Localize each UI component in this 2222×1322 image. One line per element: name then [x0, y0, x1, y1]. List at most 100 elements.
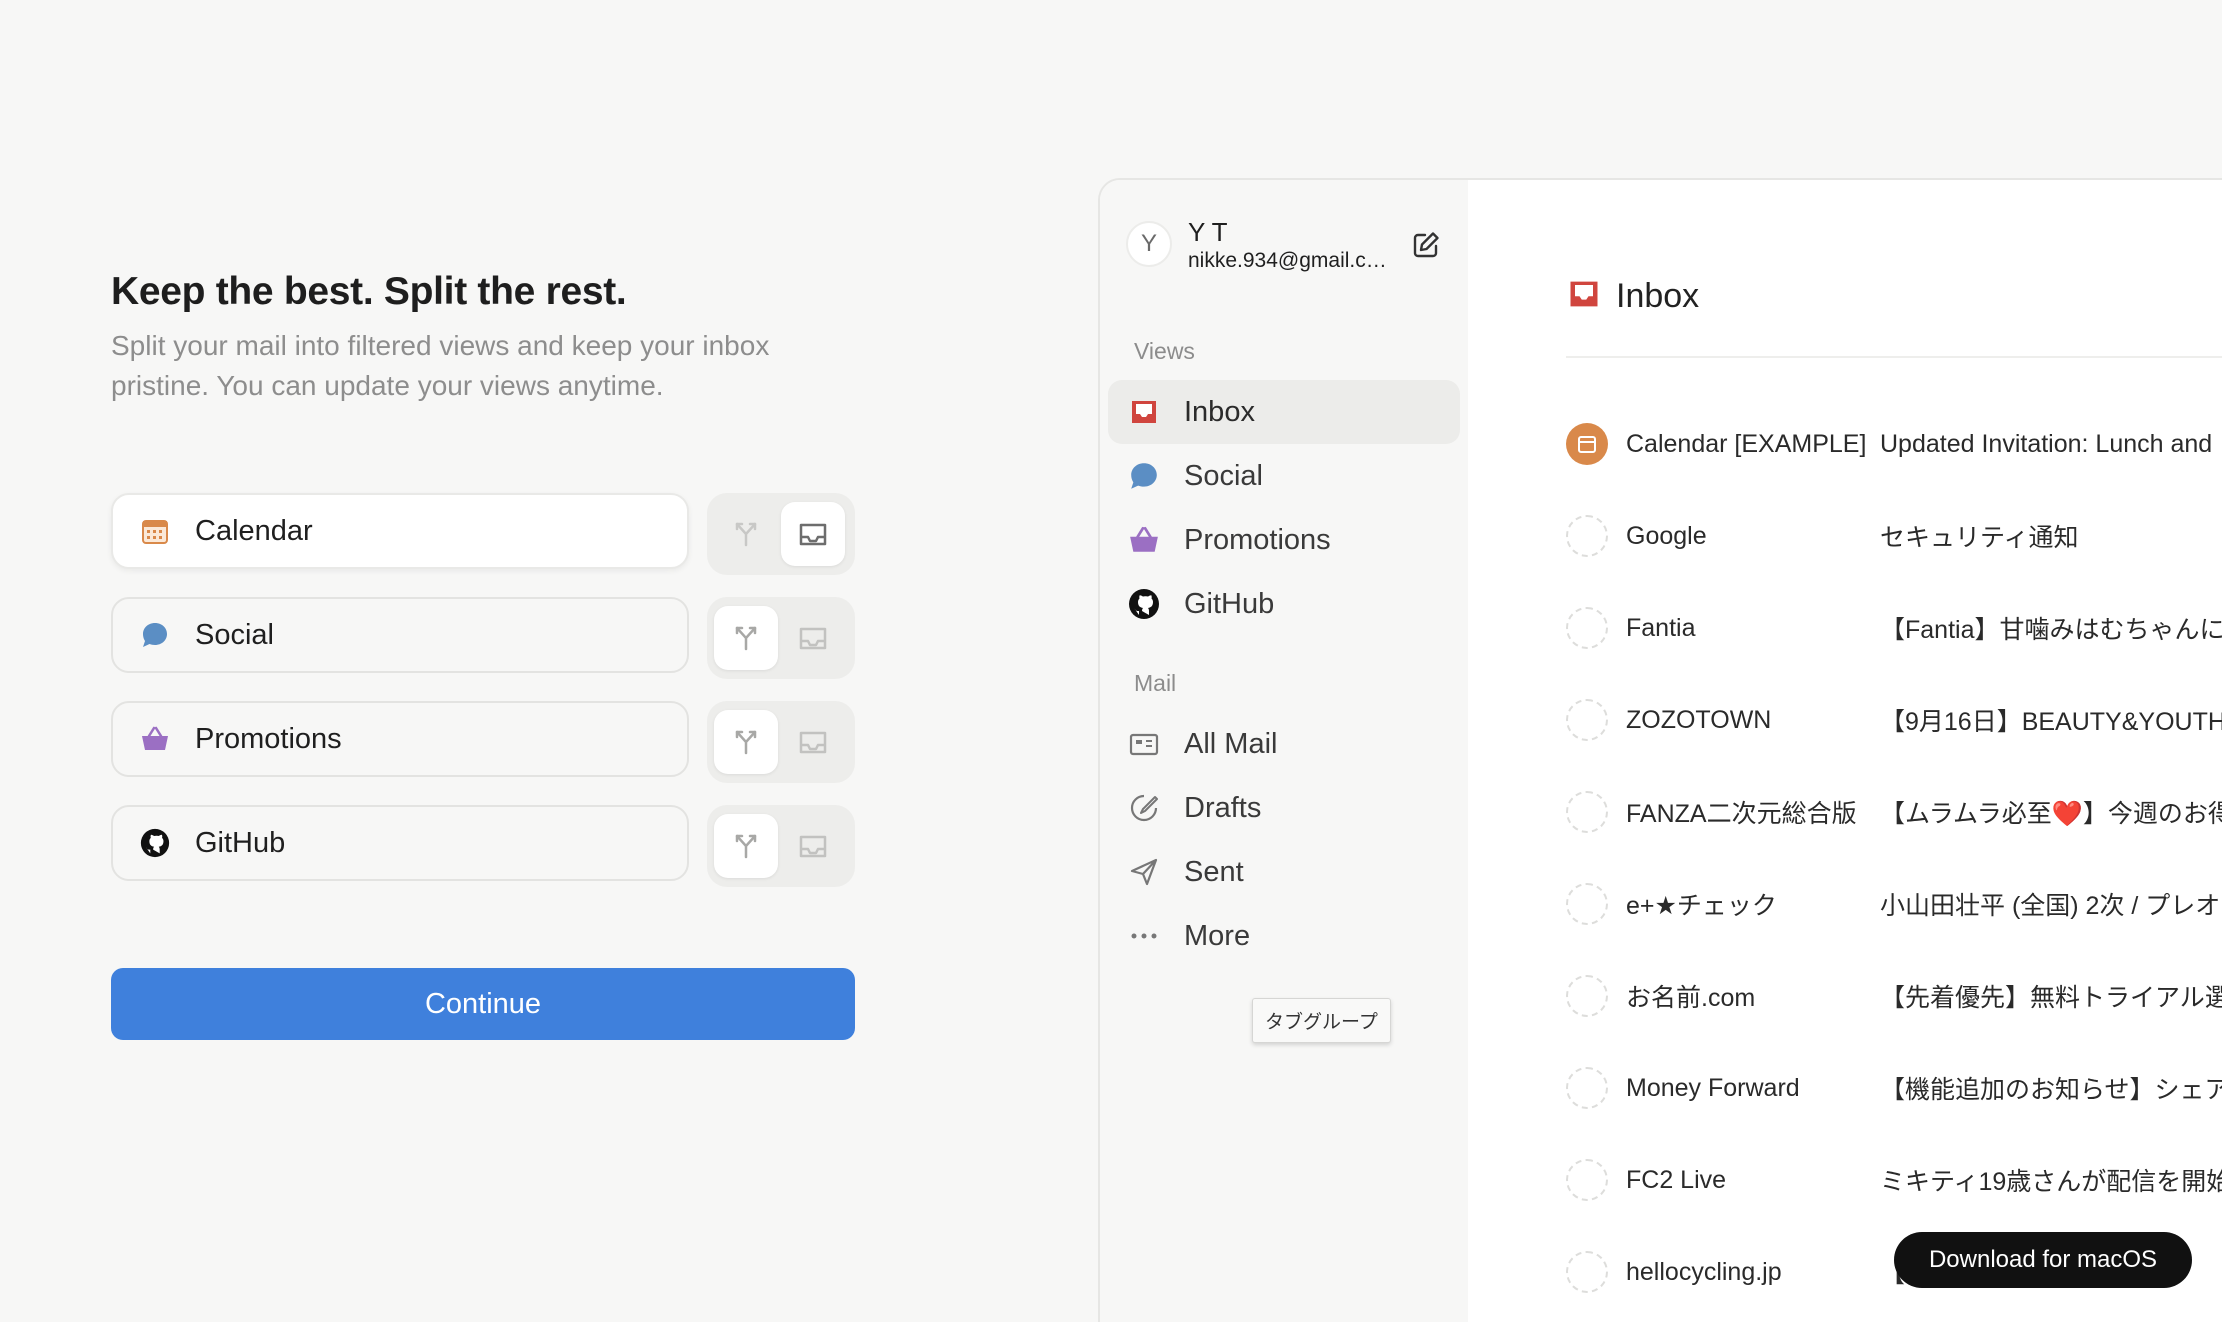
sender-avatar-placeholder [1566, 975, 1608, 1017]
compose-button[interactable] [1406, 225, 1446, 265]
view-pill-calendar[interactable]: Calendar [111, 493, 689, 569]
sidebar-item-label: Promotions [1184, 523, 1331, 556]
message-subject: 【機能追加のお知らせ】シェア [1880, 1076, 2222, 1104]
sidebar: Y Y T nikke.934@gmail.com Views Inbox So… [1100, 180, 1468, 1322]
view-label: Calendar [195, 514, 313, 547]
inbox-mode-button[interactable] [781, 502, 845, 566]
message-row[interactable]: Calendar [EXAMPLE] Updated Invitation: Lu… [1566, 414, 2222, 474]
message-sender: hellocycling.jp [1626, 1257, 1782, 1286]
inbox-header: Inbox [1566, 276, 1699, 317]
basket-icon [1126, 522, 1162, 558]
message-row[interactable]: Money Forward 【機能追加のお知らせ】シェア [1566, 1058, 2222, 1118]
sidebar-item-label: Inbox [1184, 395, 1255, 428]
headline: Keep the best. Split the rest. [111, 270, 627, 313]
view-pill-social[interactable]: Social [111, 597, 689, 673]
message-sender: Calendar [EXAMPLE] [1626, 429, 1867, 458]
sender-avatar-placeholder [1566, 607, 1608, 649]
message-sender: Money Forward [1626, 1073, 1800, 1102]
all-mail-icon [1126, 726, 1162, 762]
subtitle: Split your mail into filtered views and … [111, 330, 770, 401]
view-pill-promotions[interactable]: Promotions [111, 701, 689, 777]
sender-avatar-placeholder [1566, 791, 1608, 833]
message-subject: セキュリティ通知 [1880, 524, 2079, 552]
account-email: nikke.934@gmail.com [1188, 249, 1393, 272]
view-mode-toggle [707, 493, 855, 575]
sender-avatar-placeholder [1566, 515, 1608, 557]
message-row[interactable]: Fantia 【Fantia】甘噛みはむちゃんに新 [1566, 598, 2222, 658]
tray-icon [799, 627, 827, 650]
sidebar-item-label: More [1184, 919, 1251, 952]
tray-icon [799, 835, 827, 858]
split-icon [735, 522, 757, 547]
drafts-icon [1126, 790, 1162, 826]
message-sender: ZOZOTOWN [1626, 705, 1772, 734]
sidebar-item-github[interactable]: GitHub [1108, 572, 1460, 636]
inbox-mode-button[interactable] [781, 710, 845, 774]
divider [1566, 356, 2222, 358]
avatar[interactable]: Y [1126, 221, 1172, 267]
sidebar-item-inbox[interactable]: Inbox [1108, 380, 1460, 444]
split-mode-button[interactable] [714, 710, 778, 774]
inbox-icon [1126, 394, 1162, 430]
sidebar-item-social[interactable]: Social [1108, 444, 1460, 508]
message-row[interactable]: お名前.com 【先着優先】無料トライアル選 [1566, 966, 2222, 1026]
download-macos-button[interactable]: Download for macOS [1894, 1232, 2192, 1288]
send-icon [1126, 854, 1162, 890]
more-dots-icon [1126, 918, 1162, 954]
sender-avatar-placeholder [1566, 699, 1608, 741]
message-sender: FC2 Live [1626, 1165, 1727, 1194]
sender-avatar-placeholder [1566, 1067, 1608, 1109]
message-row[interactable]: ZOZOTOWN 【9月16日】BEAUTY&YOUTH U [1566, 690, 2222, 750]
inbox-mode-button[interactable] [781, 814, 845, 878]
basket-icon [139, 723, 171, 755]
sidebar-item-sent[interactable]: Sent [1108, 840, 1460, 904]
message-row[interactable]: e+★チェック 小山田壮平 (全国) 2次 / プレオー [1566, 874, 2222, 934]
sidebar-item-label: GitHub [1184, 587, 1275, 620]
continue-button[interactable]: Continue [111, 968, 855, 1040]
message-subject: 【ムラムラ必至❤️】今週のお得情 [1880, 800, 2222, 828]
message-sender: FANZA二次元総合版 [1626, 800, 1857, 828]
view-label: Promotions [195, 722, 342, 755]
sidebar-item-all-mail[interactable]: All Mail [1108, 712, 1460, 776]
view-mode-toggle [707, 597, 855, 679]
chat-bubble-icon [139, 619, 171, 651]
sidebar-item-label: Drafts [1184, 791, 1262, 824]
compose-icon [1413, 232, 1439, 258]
app-preview: Y Y T nikke.934@gmail.com Views Inbox So… [1098, 178, 2222, 1322]
split-mode-button[interactable] [714, 502, 778, 566]
inbox-icon [1566, 276, 1602, 317]
message-row[interactable]: Google セキュリティ通知 [1566, 506, 2222, 566]
view-row-social: Social [111, 597, 855, 679]
sender-avatar-placeholder [1566, 883, 1608, 925]
sidebar-item-more[interactable]: More [1108, 904, 1460, 968]
account-name: Y T [1188, 217, 1228, 247]
account-header[interactable]: Y Y T nikke.934@gmail.com [1126, 217, 1446, 277]
view-mode-toggle [707, 701, 855, 783]
message-row[interactable]: FC2 Live ミキティ19歳さんが配信を開始 [1566, 1150, 2222, 1210]
sender-avatar-placeholder [1566, 1159, 1608, 1201]
tray-icon [799, 523, 827, 546]
sidebar-item-label: Sent [1184, 855, 1244, 888]
inbox-mode-button[interactable] [781, 606, 845, 670]
message-row[interactable]: FANZA二次元総合版 【ムラムラ必至❤️】今週のお得情 [1566, 782, 2222, 842]
calendar-icon [139, 515, 171, 547]
message-sender: お名前.com [1626, 984, 1756, 1012]
sender-avatar-placeholder [1566, 1251, 1608, 1293]
message-subject: 小山田壮平 (全国) 2次 / プレオー [1880, 892, 2222, 920]
tray-icon [799, 731, 827, 754]
sidebar-item-label: Social [1184, 459, 1263, 492]
tooltip: タブグループ [1252, 998, 1391, 1043]
github-icon [1126, 586, 1162, 622]
view-pill-github[interactable]: GitHub [111, 805, 689, 881]
view-label: GitHub [195, 826, 286, 859]
split-mode-button[interactable] [714, 814, 778, 878]
message-subject: 【先着優先】無料トライアル選 [1880, 984, 2222, 1012]
sidebar-item-promotions[interactable]: Promotions [1108, 508, 1460, 572]
message-subject: ミキティ19歳さんが配信を開始 [1880, 1168, 2222, 1196]
message-subject: 【9月16日】BEAUTY&YOUTH U [1880, 708, 2222, 736]
split-icon [735, 626, 757, 651]
sidebar-item-label: All Mail [1184, 727, 1278, 760]
sidebar-item-drafts[interactable]: Drafts [1108, 776, 1460, 840]
split-mode-button[interactable] [714, 606, 778, 670]
message-subject: Updated Invitation: Lunch and [1880, 429, 2213, 458]
